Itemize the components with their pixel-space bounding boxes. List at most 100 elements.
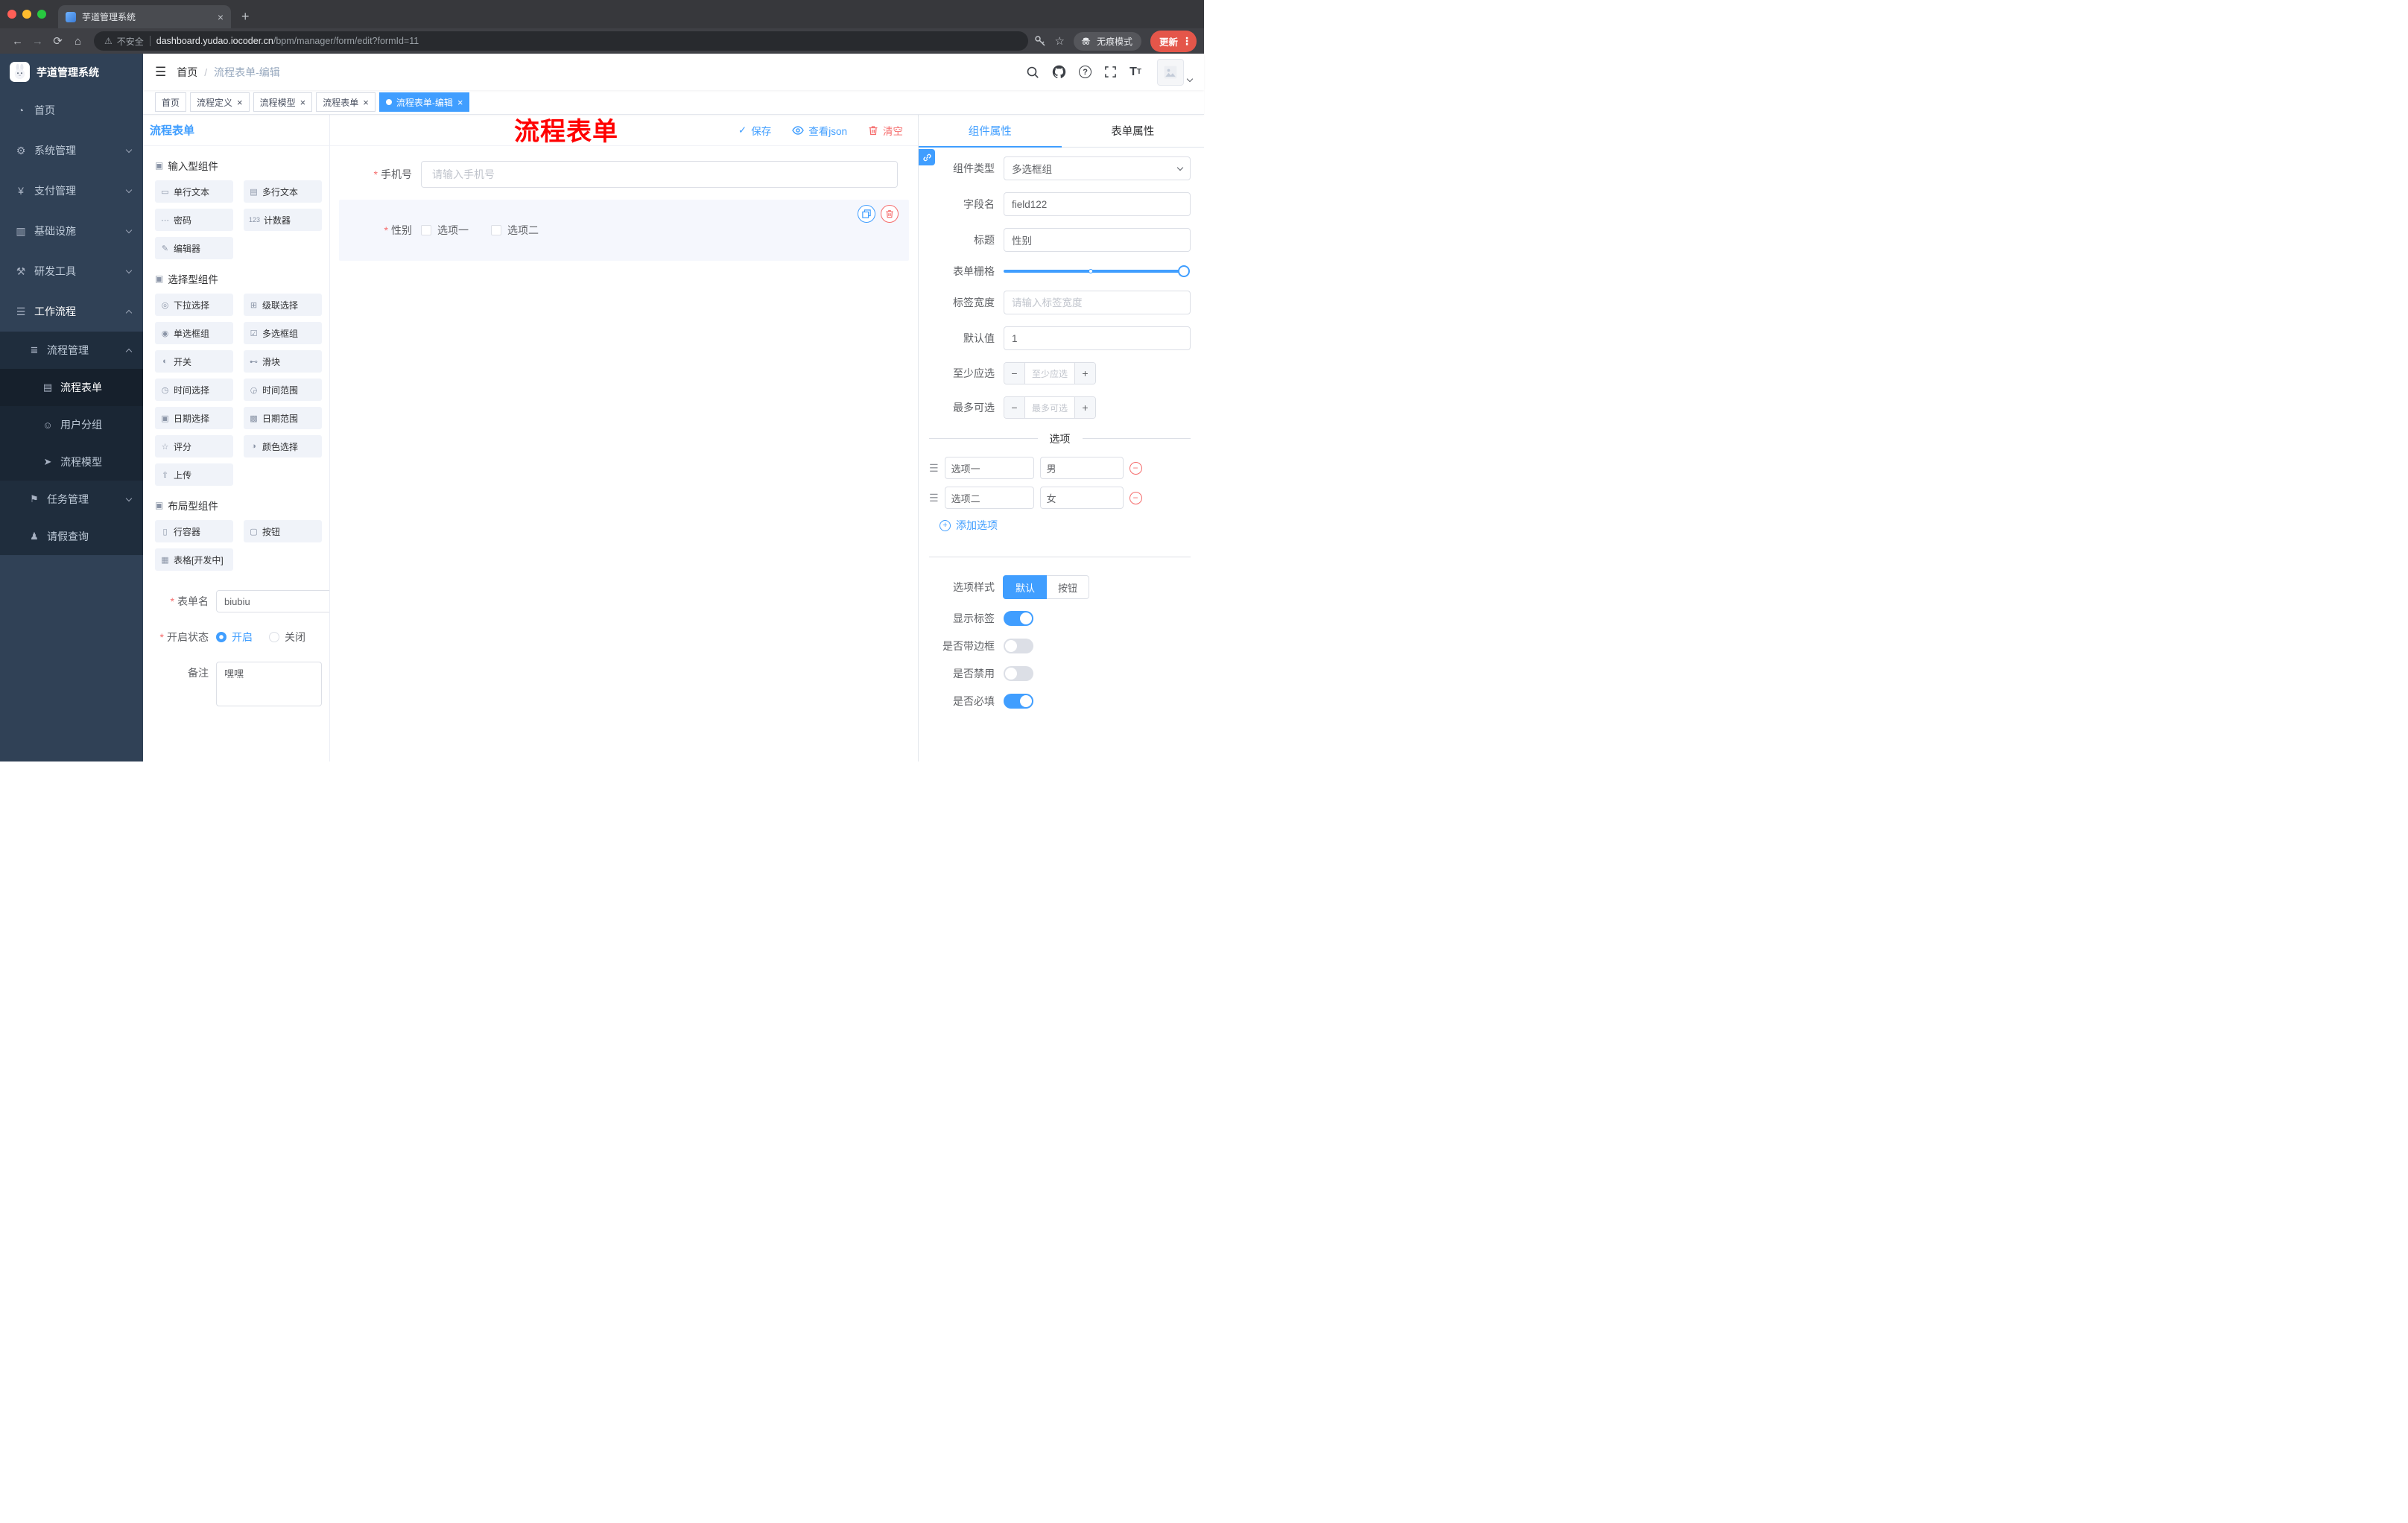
close-icon[interactable]: ×: [300, 98, 306, 107]
clear-button[interactable]: 清空: [868, 123, 903, 138]
view-json-button[interactable]: 查看json: [792, 123, 847, 138]
option-1-label-input[interactable]: [944, 457, 1034, 479]
drag-handle-icon[interactable]: ☰: [929, 492, 939, 504]
address-bar[interactable]: ⚠ 不安全 dashboard.yudao.iocoder.cn/bpm/man…: [94, 31, 1028, 51]
canvas-field-gender[interactable]: 性别 选项一 选项二: [339, 200, 909, 261]
sidebar-item-task-mgmt[interactable]: ⚑ 任务管理: [0, 481, 143, 518]
security-chip[interactable]: ⚠ 不安全: [104, 35, 144, 48]
copy-component-button[interactable]: [858, 205, 875, 223]
window-minimize-button[interactable]: [22, 10, 31, 19]
form-name-input[interactable]: [216, 590, 329, 612]
tag-process-form-edit[interactable]: 流程表单-编辑 ×: [378, 92, 470, 112]
show-label-toggle[interactable]: [1004, 611, 1033, 626]
palette-item-cascader[interactable]: ⊞ 级联选择: [244, 294, 322, 316]
palette-item-table[interactable]: ▦ 表格[开发中]: [155, 548, 233, 571]
close-icon[interactable]: ×: [363, 98, 369, 107]
browser-tab[interactable]: 芋道管理系统 ×: [58, 5, 231, 28]
palette-item-row-container[interactable]: ▯ 行容器: [155, 520, 233, 542]
field-name-input[interactable]: [1004, 192, 1191, 216]
form-remark-textarea[interactable]: 嘿嘿: [216, 662, 322, 706]
sidebar-item-infra[interactable]: ▥ 基础设施: [0, 211, 143, 251]
increase-icon[interactable]: +: [1074, 363, 1095, 384]
drag-handle-icon[interactable]: ☰: [929, 462, 939, 475]
key-icon[interactable]: [1034, 35, 1046, 47]
home-icon[interactable]: ⌂: [68, 35, 88, 48]
canvas-field-phone[interactable]: 手机号: [339, 161, 909, 188]
delete-component-button[interactable]: [881, 205, 899, 223]
option-1-value-input[interactable]: [1039, 457, 1124, 479]
min-select-value[interactable]: 至少应选: [1025, 363, 1074, 384]
component-type-select[interactable]: 多选框组: [1004, 156, 1191, 180]
sidebar-item-process-mgmt[interactable]: ≣ 流程管理: [0, 332, 143, 369]
style-button-button[interactable]: 按钮: [1047, 575, 1090, 599]
sidebar-item-devtools[interactable]: ⚒ 研发工具: [0, 251, 143, 291]
close-icon[interactable]: ×: [457, 98, 463, 107]
grid-slider[interactable]: [1004, 265, 1190, 277]
sidebar-item-workflow[interactable]: ☰ 工作流程: [0, 291, 143, 332]
sidebar-item-home[interactable]: ◔ 首页: [0, 90, 143, 130]
palette-item-editor[interactable]: ✎ 编辑器: [155, 237, 233, 259]
palette-item-checkbox-group[interactable]: ☑ 多选框组: [244, 322, 322, 344]
label-width-input[interactable]: [1004, 291, 1191, 314]
palette-item-rate[interactable]: ☆ 评分: [155, 435, 233, 457]
tab-form-props[interactable]: 表单属性: [1062, 115, 1205, 147]
decrease-icon[interactable]: −: [1004, 363, 1025, 384]
bookmark-star-icon[interactable]: ☆: [1055, 34, 1065, 48]
tag-home[interactable]: 首页: [155, 92, 187, 112]
back-icon[interactable]: ←: [7, 35, 28, 48]
palette-item-radio-group[interactable]: ◉ 单选框组: [155, 322, 233, 344]
sidebar-item-system[interactable]: ⚙ 系统管理: [0, 130, 143, 171]
gender-option-2-checkbox[interactable]: 选项二: [491, 223, 539, 238]
palette-item-single-text[interactable]: ▭ 单行文本: [155, 180, 233, 203]
forward-icon[interactable]: →: [28, 35, 48, 48]
tag-process-form[interactable]: 流程表单 ×: [316, 92, 376, 112]
palette-item-slider[interactable]: ⊷ 滑块: [244, 350, 322, 373]
app-logo[interactable]: 芋道管理系统: [0, 54, 143, 90]
palette-item-button[interactable]: ▢ 按钮: [244, 520, 322, 542]
title-input[interactable]: [1004, 228, 1191, 252]
palette-item-multi-text[interactable]: ▤ 多行文本: [244, 180, 322, 203]
font-size-icon[interactable]: TT: [1129, 66, 1141, 79]
max-select-value[interactable]: 最多可选: [1025, 397, 1074, 418]
increase-icon[interactable]: +: [1074, 397, 1095, 418]
sidebar-item-user-group[interactable]: ☺ 用户分组: [0, 406, 143, 443]
help-icon[interactable]: ?: [1079, 66, 1092, 78]
palette-item-time-picker[interactable]: ◷ 时间选择: [155, 379, 233, 401]
save-button[interactable]: ✓ 保存: [738, 123, 771, 138]
new-tab-button[interactable]: +: [241, 10, 250, 23]
user-menu[interactable]: [1157, 58, 1194, 86]
browser-menu-icon[interactable]: ⋮: [1182, 36, 1192, 46]
form-canvas[interactable]: 手机号 性别: [330, 146, 918, 762]
sidebar-item-payment[interactable]: ¥ 支付管理: [0, 171, 143, 211]
reload-icon[interactable]: ⟳: [48, 34, 68, 48]
style-default-button[interactable]: 默认: [1004, 575, 1048, 599]
status-on-radio[interactable]: 开启: [216, 630, 253, 645]
sidebar-item-process-form[interactable]: ▤ 流程表单: [0, 369, 143, 406]
tag-process-model[interactable]: 流程模型 ×: [253, 92, 313, 112]
option-2-label-input[interactable]: [944, 487, 1034, 509]
palette-item-select[interactable]: ◎ 下拉选择: [155, 294, 233, 316]
required-toggle[interactable]: [1004, 694, 1033, 709]
search-icon[interactable]: [1026, 66, 1039, 79]
palette-item-date-range[interactable]: ▩ 日期范围: [244, 407, 322, 429]
border-toggle[interactable]: [1004, 639, 1033, 653]
update-button[interactable]: 更新 ⋮: [1150, 30, 1197, 52]
palette-item-switch[interactable]: ◐ 开关: [155, 350, 233, 373]
default-value-input[interactable]: [1004, 326, 1191, 350]
breadcrumb-home[interactable]: 首页: [177, 65, 197, 80]
palette-item-color-picker[interactable]: ◑ 颜色选择: [244, 435, 322, 457]
sidebar-item-process-model[interactable]: ➤ 流程模型: [0, 443, 143, 481]
slider-handle[interactable]: [1178, 265, 1190, 277]
decrease-icon[interactable]: −: [1004, 397, 1025, 418]
palette-item-password[interactable]: ⋯ 密码: [155, 209, 233, 231]
sidebar-item-leave-query[interactable]: ♟ 请假查询: [0, 518, 143, 555]
status-off-radio[interactable]: 关闭: [269, 630, 305, 645]
fullscreen-icon[interactable]: [1104, 66, 1117, 78]
github-icon[interactable]: [1052, 65, 1066, 79]
remove-option-icon[interactable]: −: [1129, 491, 1142, 504]
window-close-button[interactable]: [7, 10, 16, 19]
add-option-button[interactable]: + 添加选项: [940, 518, 998, 533]
hamburger-icon[interactable]: ☰: [155, 65, 166, 80]
close-icon[interactable]: ×: [237, 98, 243, 107]
palette-item-upload[interactable]: ⇧ 上传: [155, 463, 233, 486]
